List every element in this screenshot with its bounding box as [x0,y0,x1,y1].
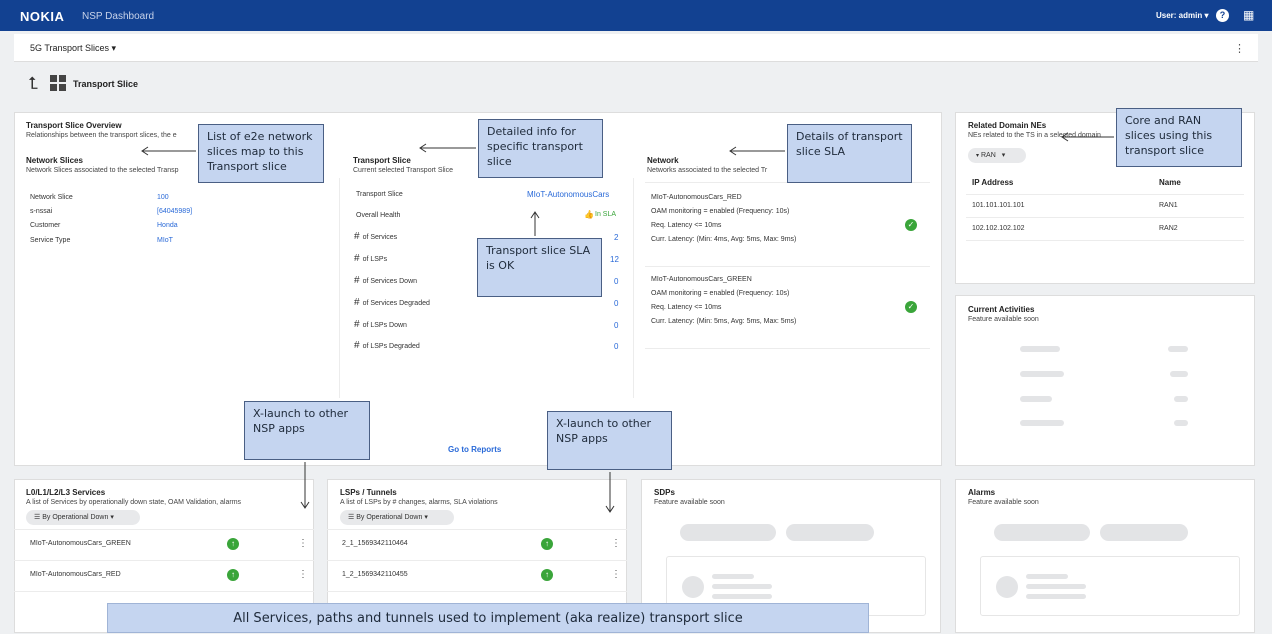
callout-arrows [141,132,1114,513]
caption-banner: All Services, paths and tunnels used to … [107,603,869,633]
